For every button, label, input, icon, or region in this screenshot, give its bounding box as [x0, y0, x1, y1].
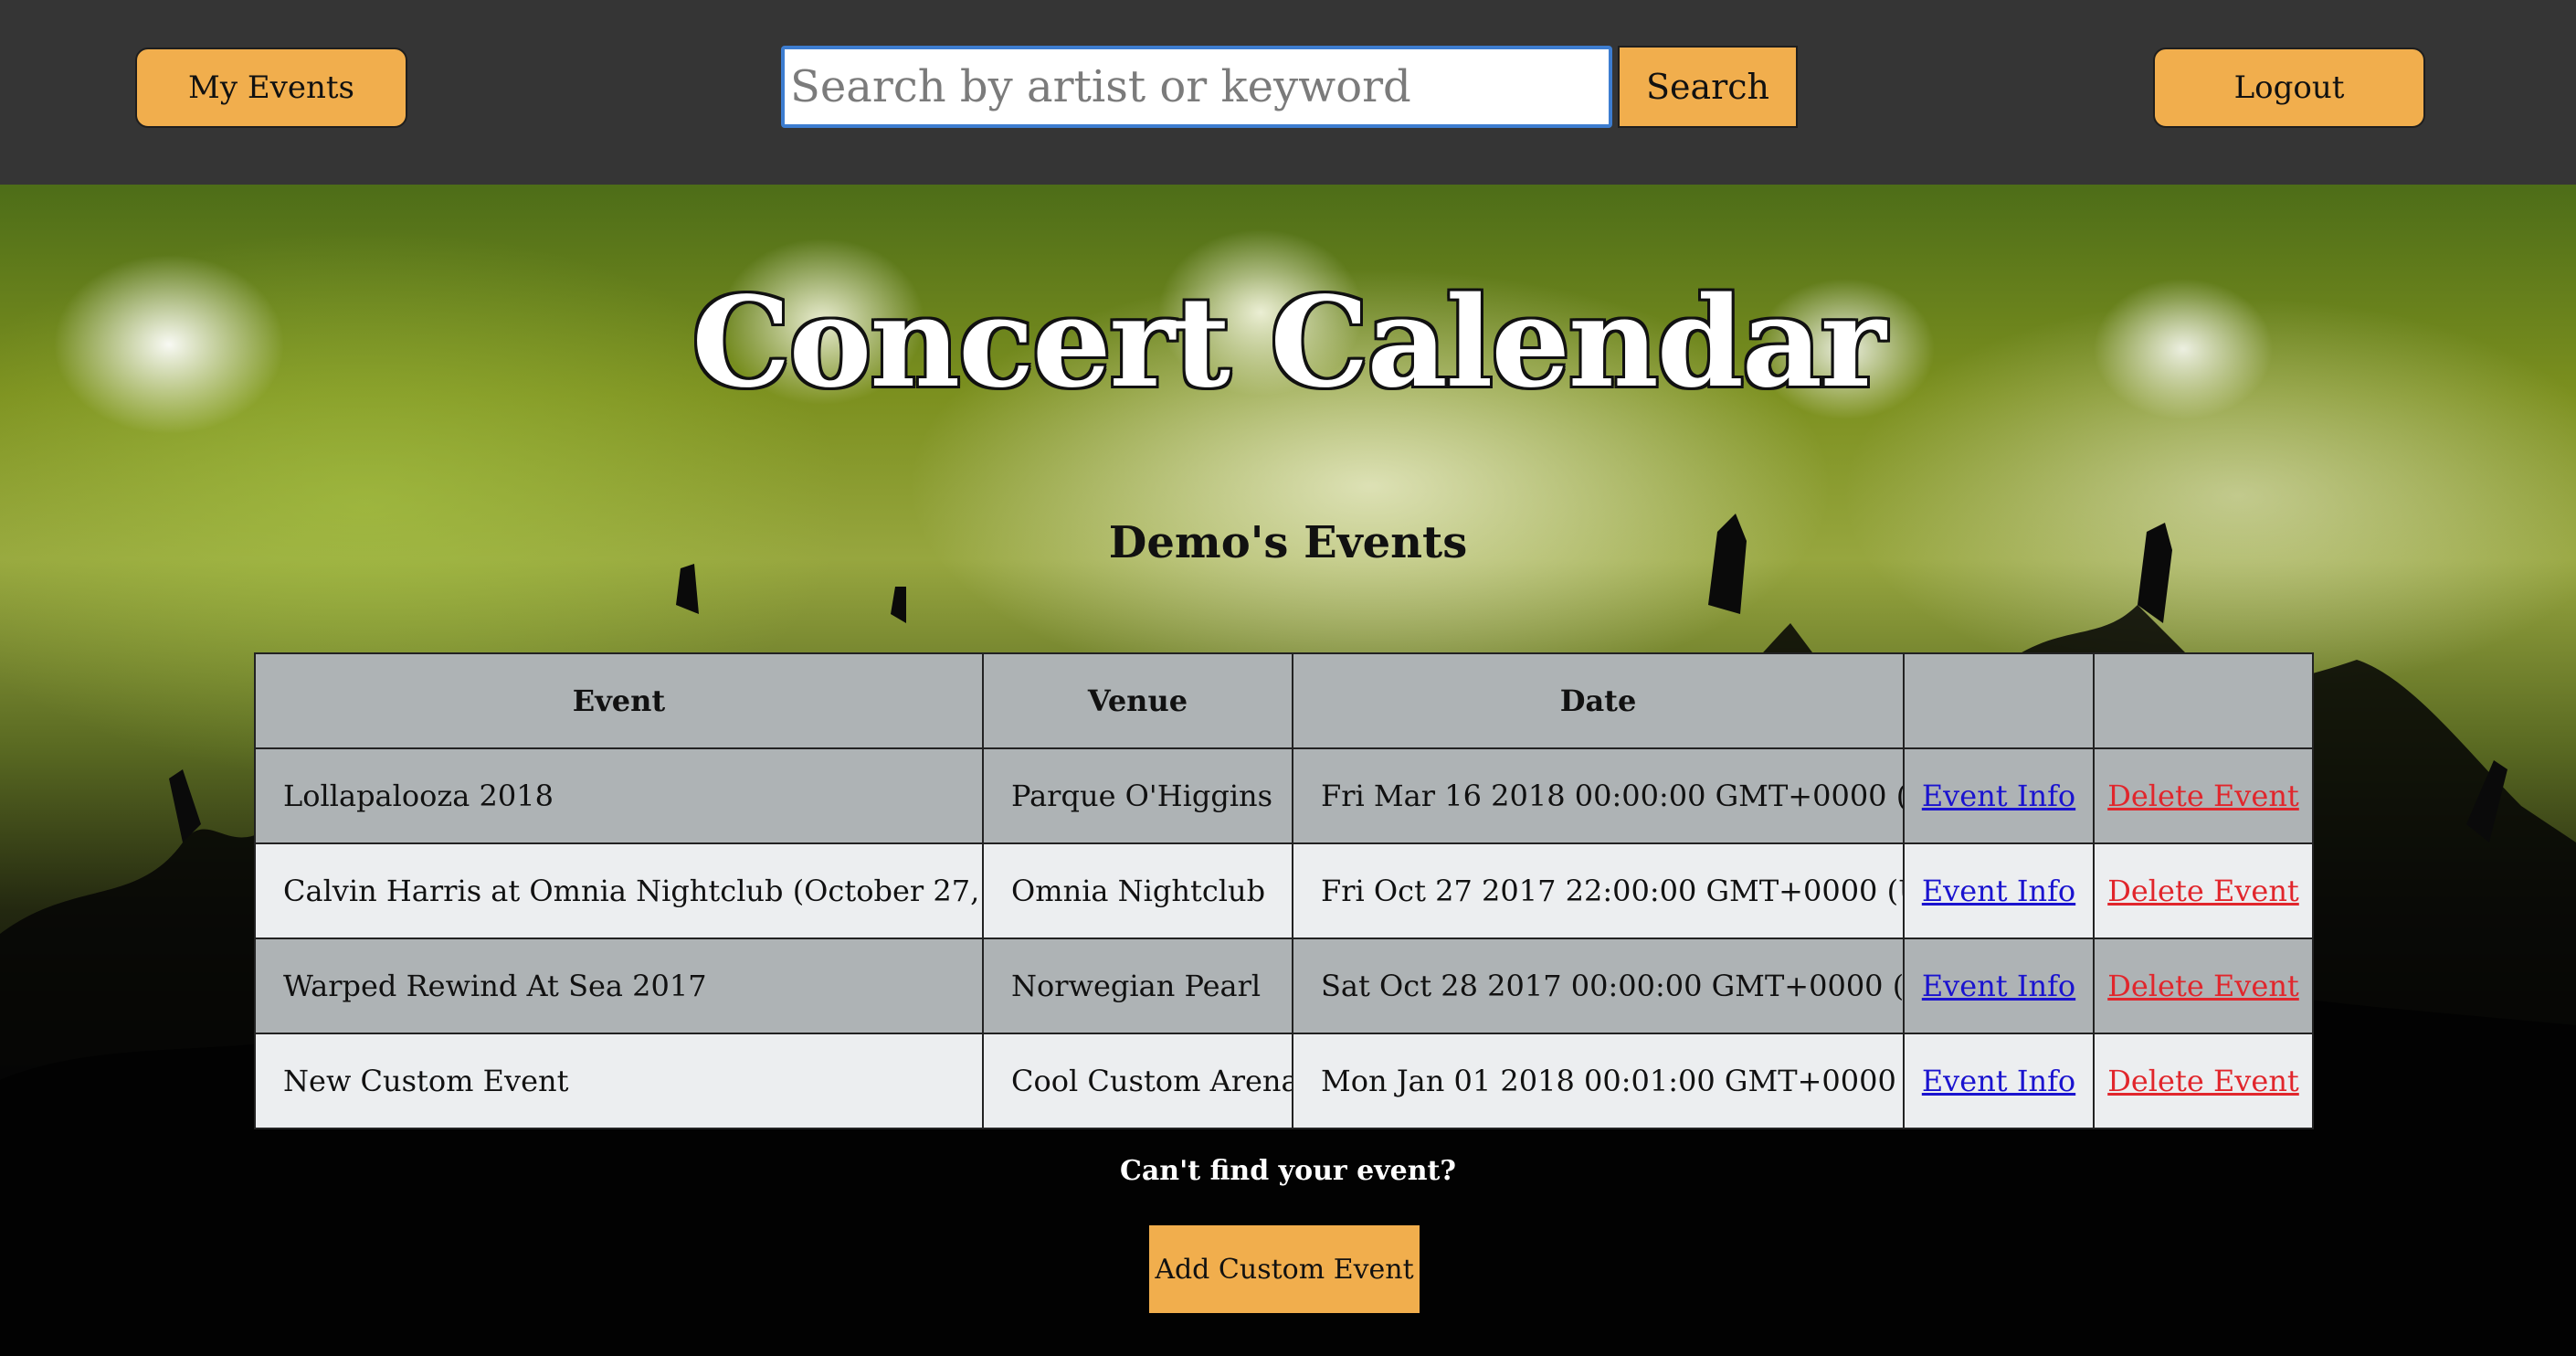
date-cell: Fri Oct 27 2017 22:00:00 GMT+0000 (UTC) [1292, 842, 1905, 939]
event-name-cell: New Custom Event [254, 1033, 984, 1129]
table-row: New Custom Event Cool Custom Arena Mon J… [254, 1033, 2314, 1129]
event-info-cell: Event Info [1903, 938, 2095, 1034]
logout-button[interactable]: Logout [2153, 48, 2425, 128]
column-header-venue: Venue [982, 652, 1293, 749]
event-name-cell: Calvin Harris at Omnia Nightclub (Octobe… [254, 842, 984, 939]
delete-event-link[interactable]: Delete Event [2107, 874, 2299, 908]
top-navbar: My Events Search Logout [0, 0, 2576, 185]
delete-event-link[interactable]: Delete Event [2107, 969, 2299, 1003]
page-title: Concert Calendar [692, 270, 1885, 416]
date-cell: Sat Oct 28 2017 00:00:00 GMT+0000 (UTC) [1292, 938, 1905, 1034]
search-button[interactable]: Search [1618, 46, 1798, 128]
delete-event-link[interactable]: Delete Event [2107, 779, 2299, 813]
delete-event-cell: Delete Event [2093, 1033, 2314, 1129]
date-cell: Fri Mar 16 2018 00:00:00 GMT+0000 (UTC) [1292, 747, 1905, 844]
delete-event-link[interactable]: Delete Event [2107, 1064, 2299, 1098]
delete-event-cell: Delete Event [2093, 747, 2314, 844]
column-header-info [1903, 652, 2095, 749]
events-table: Event Venue Date Lollapalooza 2018 Parqu… [254, 652, 2314, 1129]
column-header-date: Date [1292, 652, 1905, 749]
date-cell: Mon Jan 01 2018 00:01:00 GMT+0000 (UTC) [1292, 1033, 1905, 1129]
cant-find-event-prompt: Can't find your event? [1119, 1155, 1456, 1187]
event-info-link[interactable]: Event Info [1922, 969, 2075, 1003]
event-info-link[interactable]: Event Info [1922, 874, 2075, 908]
table-row: Lollapalooza 2018 Parque O'Higgins Fri M… [254, 747, 2314, 844]
venue-cell: Norwegian Pearl [982, 938, 1293, 1034]
event-name-cell: Lollapalooza 2018 [254, 747, 984, 844]
column-header-delete [2093, 652, 2314, 749]
table-row: Warped Rewind At Sea 2017 Norwegian Pear… [254, 938, 2314, 1034]
event-name-cell: Warped Rewind At Sea 2017 [254, 938, 984, 1034]
venue-cell: Omnia Nightclub [982, 842, 1293, 939]
user-events-heading: Demo's Events [1108, 517, 1468, 568]
table-row: Calvin Harris at Omnia Nightclub (Octobe… [254, 842, 2314, 939]
event-info-link[interactable]: Event Info [1922, 1064, 2075, 1098]
add-custom-event-button[interactable]: Add Custom Event [1149, 1225, 1420, 1313]
search-input[interactable] [781, 46, 1612, 128]
event-info-link[interactable]: Event Info [1922, 779, 2075, 813]
delete-event-cell: Delete Event [2093, 842, 2314, 939]
venue-cell: Cool Custom Arena [982, 1033, 1293, 1129]
event-info-cell: Event Info [1903, 1033, 2095, 1129]
my-events-button[interactable]: My Events [135, 48, 407, 128]
venue-cell: Parque O'Higgins [982, 747, 1293, 844]
table-header-row: Event Venue Date [254, 652, 2314, 749]
event-info-cell: Event Info [1903, 842, 2095, 939]
event-info-cell: Event Info [1903, 747, 2095, 844]
delete-event-cell: Delete Event [2093, 938, 2314, 1034]
column-header-event: Event [254, 652, 984, 749]
